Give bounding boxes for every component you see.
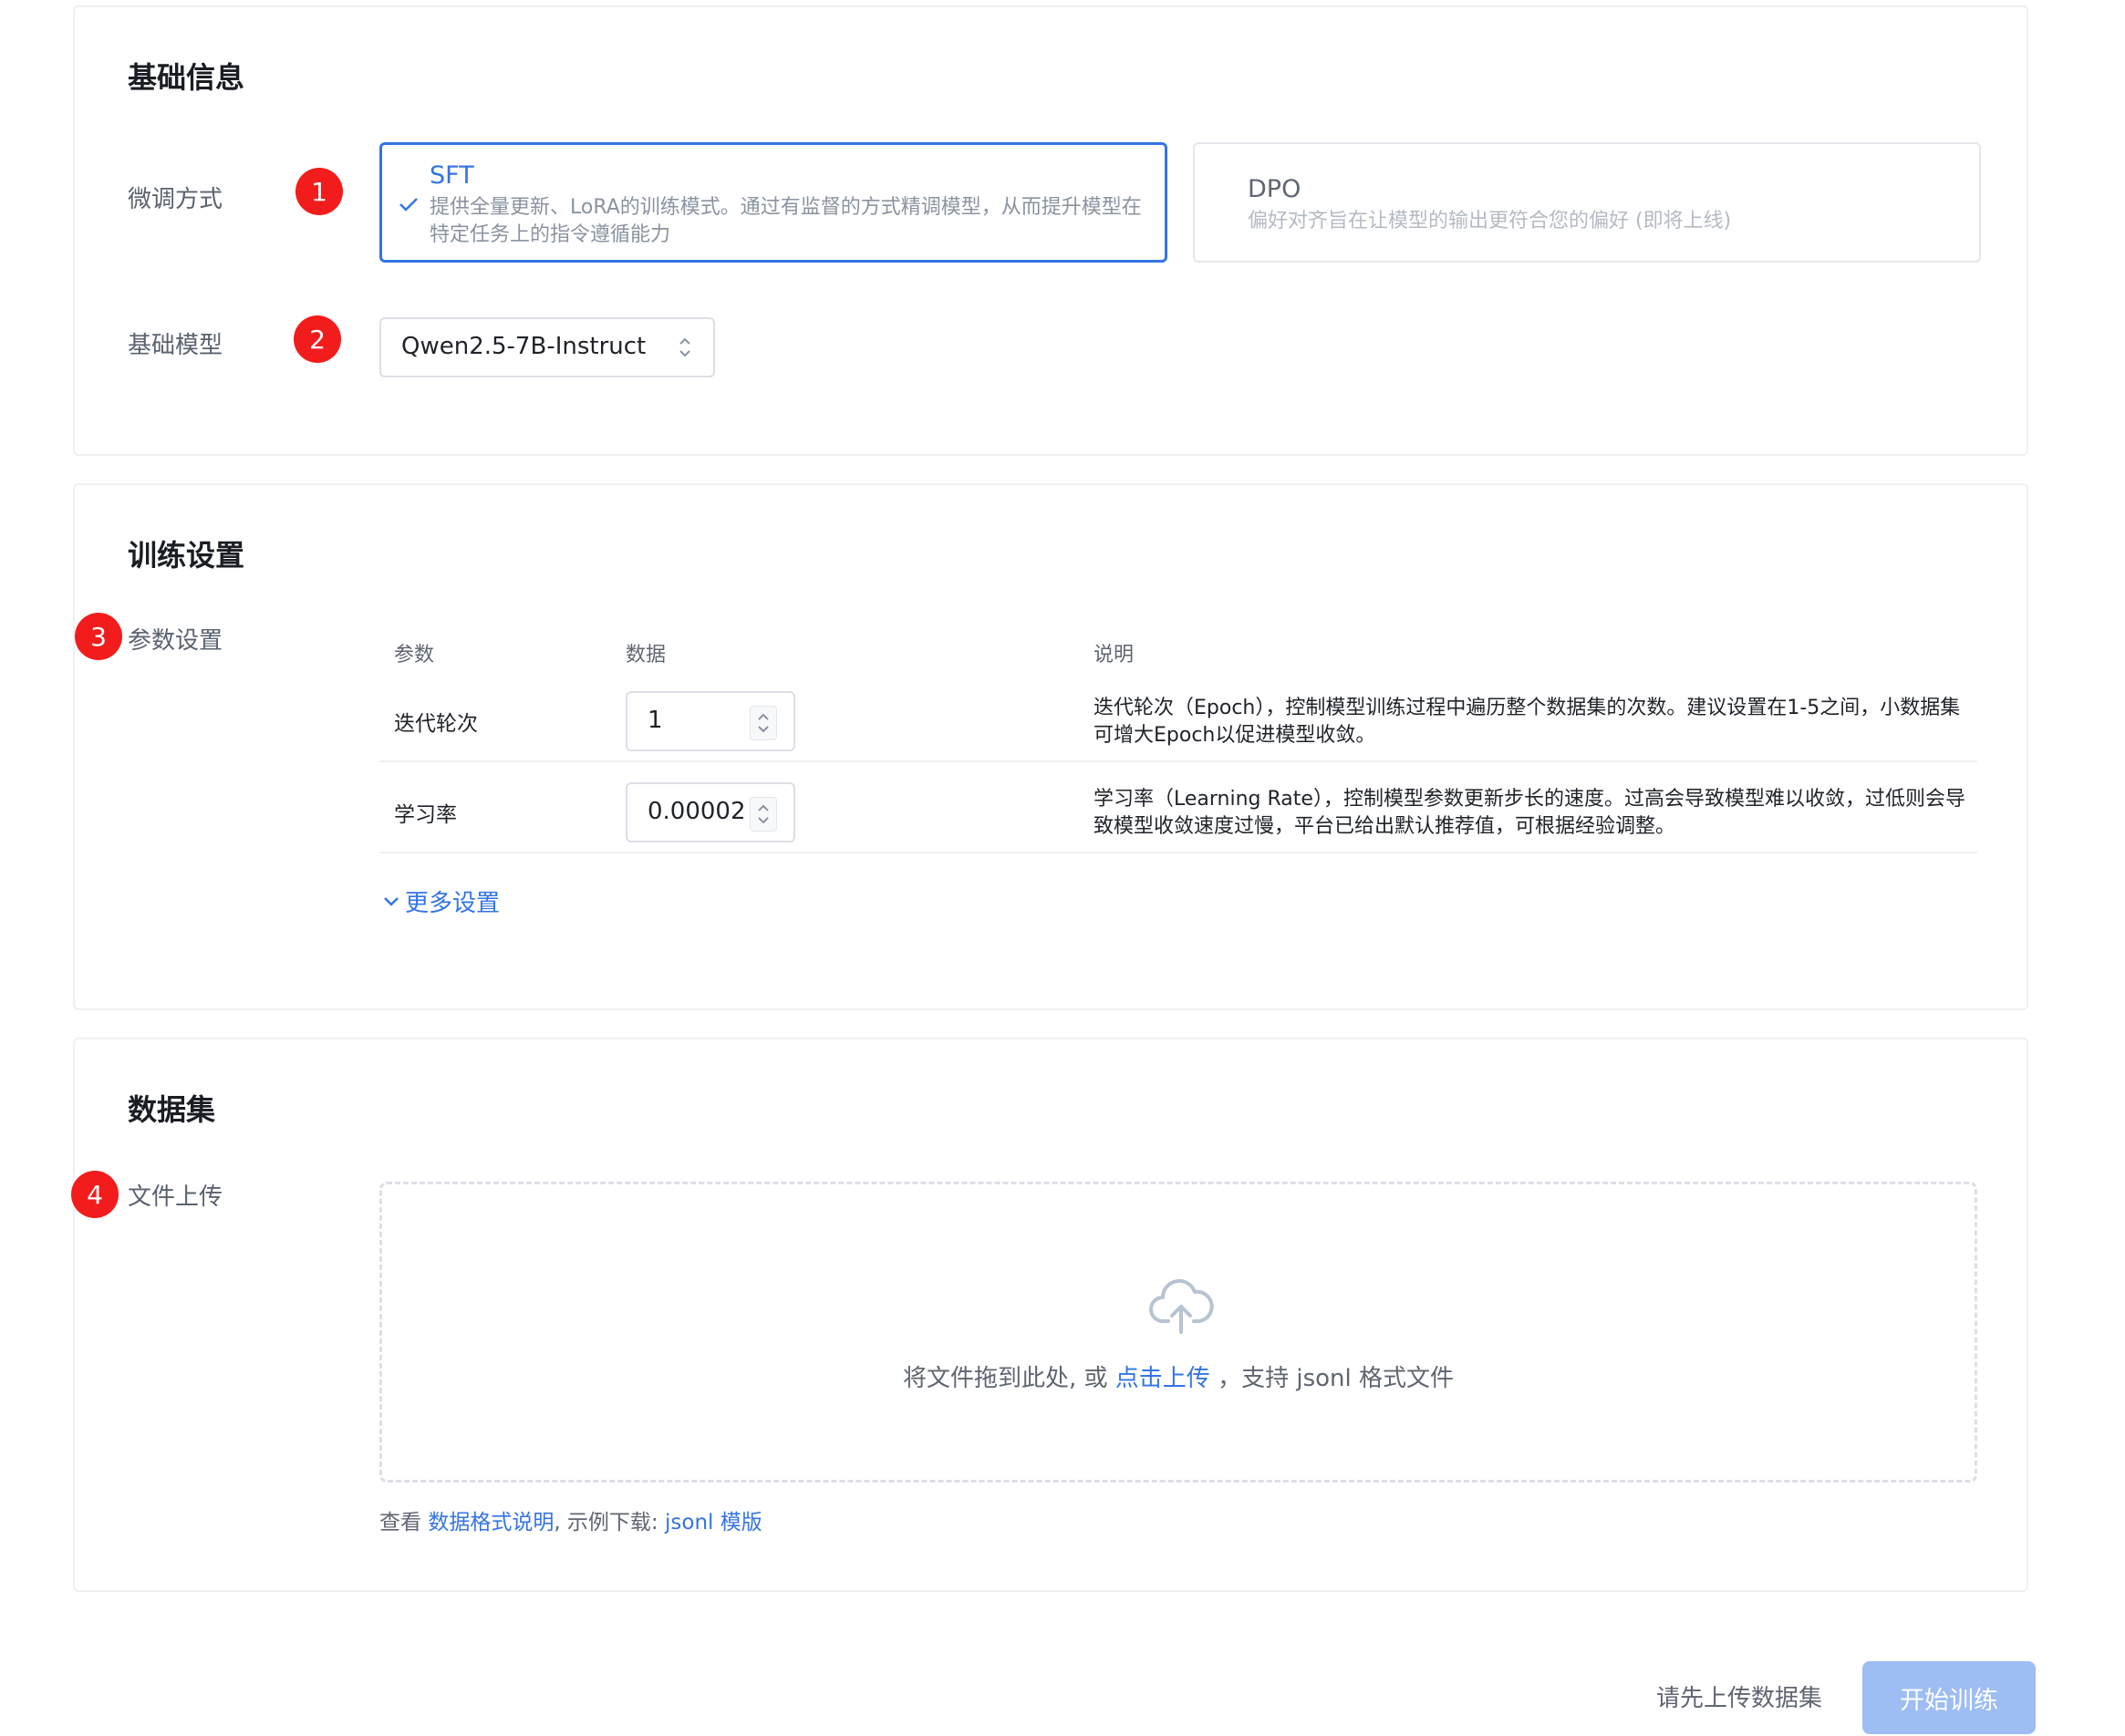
- start-training-button[interactable]: 开始训练: [1862, 1661, 2036, 1734]
- data-format-link[interactable]: 数据格式说明: [428, 1511, 554, 1534]
- training-card: 训练设置 3 参数设置 参数 数据 说明 迭代轮次 1 迭代轮次（Epoch），…: [73, 483, 2028, 1010]
- param-desc-learning-rate: 学习率（Learning Rate），控制模型参数更新步长的速度。过高会导致模型…: [1094, 788, 1965, 838]
- epoch-stepper[interactable]: [750, 706, 777, 740]
- method-option-dpo: DPO 偏好对齐旨在让模型的输出更符合您的偏好 (即将上线): [1193, 142, 1981, 263]
- hint-prefix: 查看: [379, 1511, 429, 1534]
- param-label: 参数设置: [128, 627, 223, 655]
- step-badge-1: 1: [295, 168, 343, 215]
- base-model-value: Qwen2.5-7B-Instruct: [401, 333, 647, 360]
- param-desc-epoch: 迭代轮次（Epoch），控制模型训练过程中遍历整个数据集的次数。建议设置在1-5…: [1094, 697, 1961, 747]
- model-label: 基础模型: [128, 332, 223, 359]
- file-dropzone[interactable]: 将文件拖到此处, 或 点击上传 ，支持 jsonl 格式文件: [379, 1182, 1977, 1483]
- method-label: 微调方式: [128, 186, 223, 213]
- jsonl-template-link[interactable]: jsonl 模版: [665, 1511, 762, 1534]
- epoch-input[interactable]: 1: [626, 691, 795, 751]
- more-settings-toggle[interactable]: 更多设置: [383, 884, 500, 918]
- base-model-select[interactable]: Qwen2.5-7B-Instruct: [379, 317, 715, 377]
- upload-status-text: 请先上传数据集: [1656, 1685, 1823, 1712]
- method-sft-title: SFT: [430, 161, 474, 190]
- cloud-upload-icon: [1149, 1278, 1214, 1334]
- step-badge-2: 2: [294, 315, 341, 363]
- training-title: 训练设置: [128, 538, 245, 573]
- method-dpo-description: 偏好对齐旨在让模型的输出更符合您的偏好 (即将上线): [1248, 210, 1732, 232]
- step-badge-3: 3: [75, 613, 122, 660]
- step-badge-4: 4: [71, 1171, 119, 1218]
- chevron-down-icon: [384, 896, 399, 906]
- method-sft-description: 提供全量更新、LoRA的训练模式。通过有监督的方式精调模型，从而提升模型在特定任…: [430, 196, 1142, 246]
- param-name-learning-rate: 学习率: [394, 803, 457, 827]
- stepper-arrows-icon: [758, 713, 769, 733]
- format-hint: 查看 数据格式说明, 示例下载: jsonl 模版: [379, 1504, 762, 1535]
- row-divider: [379, 852, 1977, 853]
- learning-rate-input[interactable]: 0.00002: [626, 782, 795, 842]
- chevron-updown-icon: [679, 337, 690, 357]
- dropzone-text-before: 将文件拖到此处, 或: [903, 1365, 1115, 1392]
- learning-rate-value: 0.00002: [648, 798, 746, 825]
- param-name-epoch: 迭代轮次: [394, 712, 478, 736]
- col-header-description: 说明: [1094, 644, 1135, 666]
- dropzone-text-after: ，支持 jsonl 格式文件: [1209, 1365, 1454, 1392]
- check-icon: [399, 198, 418, 212]
- basic-info-title: 基础信息: [128, 60, 245, 95]
- basic-info-card: 基础信息 微调方式 1 SFT 提供全量更新、LoRA的训练模式。通过有监督的方…: [73, 5, 2028, 456]
- upload-label: 文件上传: [128, 1183, 223, 1211]
- more-settings-label: 更多设置: [405, 890, 501, 917]
- dataset-title: 数据集: [128, 1092, 216, 1127]
- method-dpo-title: DPO: [1248, 175, 1301, 203]
- row-divider: [379, 760, 1977, 762]
- dataset-card: 数据集 4 文件上传 将文件拖到此处, 或 点击上传 ，支持 jsonl 格式文…: [71, 1038, 2028, 1592]
- col-header-value: 数据: [626, 644, 667, 666]
- dropzone-text: 将文件拖到此处, 或 点击上传 ，支持 jsonl 格式文件: [382, 1359, 1975, 1393]
- hint-middle: , 示例下载:: [554, 1511, 665, 1534]
- learning-rate-stepper[interactable]: [750, 797, 777, 832]
- col-header-param: 参数: [394, 644, 435, 666]
- epoch-value: 1: [648, 707, 663, 734]
- click-upload-link[interactable]: 点击上传: [1115, 1365, 1210, 1392]
- stepper-arrows-icon: [758, 804, 769, 824]
- method-option-sft[interactable]: SFT 提供全量更新、LoRA的训练模式。通过有监督的方式精调模型，从而提升模型…: [379, 142, 1167, 263]
